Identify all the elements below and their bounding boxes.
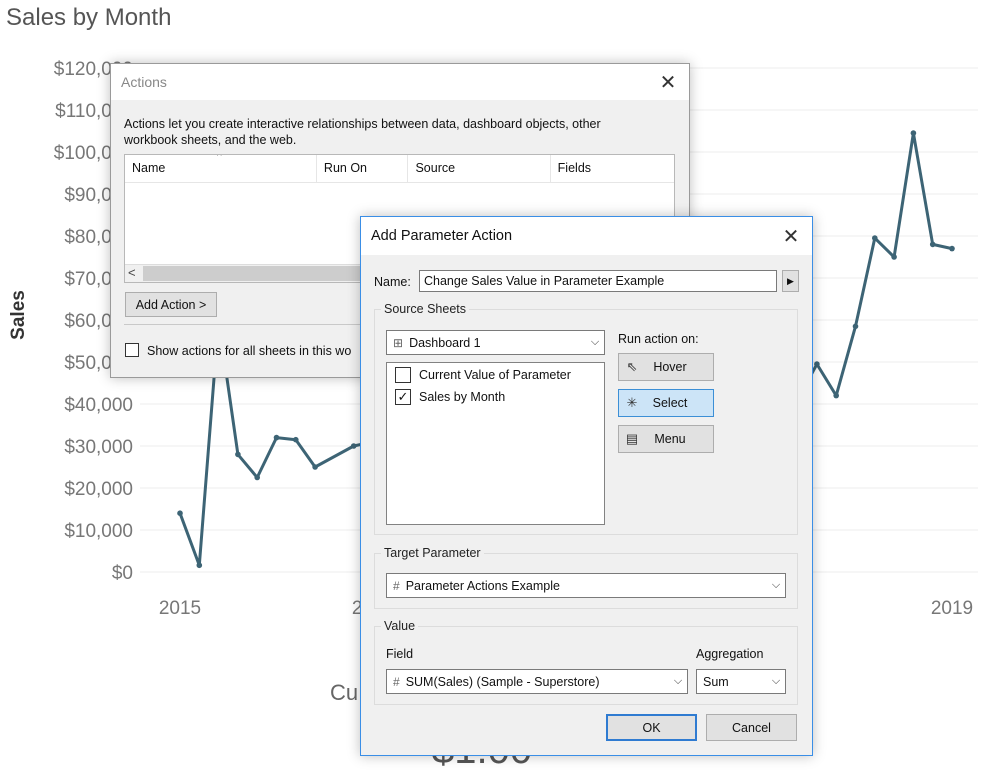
hover-button[interactable]: ⇖ Hover	[618, 353, 714, 381]
data-point[interactable]	[235, 451, 241, 458]
sheet-checkbox-sales-by-month[interactable]: ✓	[395, 389, 411, 405]
y-tick-label: $20,000	[64, 479, 133, 500]
data-point[interactable]	[254, 474, 260, 481]
select-button[interactable]: ✳ Select	[618, 389, 714, 417]
click-icon: ✳	[626, 395, 638, 410]
add-parameter-action-dialog: Add Parameter Action ✕ Name: Change Sale…	[360, 216, 813, 756]
dashboard-icon: ⊞	[393, 335, 404, 350]
field-label: Field	[386, 647, 414, 661]
value-label: Value	[381, 619, 419, 633]
field-dropdown[interactable]: # SUM(Sales) (Sample - Superstore) ⌵	[386, 669, 688, 694]
chevron-down-icon: ⌵	[771, 579, 781, 591]
data-point[interactable]	[350, 443, 357, 449]
y-tick-label: $30,000	[64, 437, 133, 458]
actions-dialog-title: Actions	[121, 74, 167, 90]
sheet-checkbox-current-value[interactable]	[395, 367, 411, 383]
run-action-label: Run action on:	[618, 332, 699, 346]
sort-caret-icon: ^	[217, 154, 222, 162]
data-point[interactable]	[293, 436, 299, 443]
target-parameter-dropdown[interactable]: # Parameter Actions Example ⌵	[386, 573, 786, 598]
x-tick-label: 2015	[159, 598, 201, 619]
ok-button[interactable]: OK	[606, 714, 697, 741]
data-point[interactable]	[833, 392, 839, 399]
data-point[interactable]	[273, 434, 280, 441]
actions-description: Actions let you create interactive relat…	[124, 117, 601, 147]
close-icon[interactable]: ✕	[657, 71, 679, 94]
show-all-sheets-checkbox[interactable]	[125, 343, 139, 357]
data-point[interactable]	[814, 361, 820, 367]
column-header-run-on[interactable]: Run On	[317, 155, 409, 182]
show-all-sheets-label: Show actions for all sheets in this wo	[147, 344, 352, 358]
target-parameter-label: Target Parameter	[381, 546, 484, 560]
chevron-down-icon: ⌵	[673, 675, 683, 687]
chevron-down-icon: ⌵	[590, 336, 600, 348]
source-sheets-list[interactable]: Current Value of Parameter ✓ Sales by Mo…	[386, 362, 605, 525]
column-header-name[interactable]: Name ^	[125, 155, 317, 182]
actions-table-header: Name ^ Run On Source Fields	[125, 155, 674, 183]
hidden-label-fragment: Cu	[330, 680, 359, 705]
data-point[interactable]	[949, 245, 955, 252]
data-point[interactable]	[177, 510, 183, 516]
list-item[interactable]: Current Value of Parameter	[395, 367, 571, 383]
chevron-down-icon: ⌵	[771, 675, 781, 687]
column-header-fields[interactable]: Fields	[551, 155, 674, 182]
y-axis-title: Sales	[8, 290, 29, 340]
source-sheets-label: Source Sheets	[381, 302, 469, 316]
y-tick-label: $0	[112, 563, 133, 584]
aggregation-label: Aggregation	[696, 647, 764, 661]
y-tick-label: $10,000	[64, 521, 133, 542]
column-header-source[interactable]: Source	[408, 155, 551, 182]
name-insert-arrow-button[interactable]: ▶	[782, 270, 799, 292]
name-input[interactable]: Change Sales Value in Parameter Example	[419, 270, 777, 292]
y-tick-label: $40,000	[64, 395, 133, 416]
data-point[interactable]	[312, 464, 318, 470]
data-point[interactable]	[852, 323, 859, 330]
actions-titlebar: Actions ✕	[111, 64, 689, 100]
param-dialog-title: Add Parameter Action	[371, 228, 513, 244]
menu-button[interactable]: ▤ Menu	[618, 425, 714, 453]
menu-icon: ▤	[625, 431, 639, 446]
list-item[interactable]: ✓ Sales by Month	[395, 389, 505, 405]
scroll-thumb[interactable]	[143, 266, 363, 281]
close-icon[interactable]: ✕	[780, 225, 802, 248]
data-point[interactable]	[910, 130, 917, 136]
hash-icon: #	[393, 578, 400, 593]
param-titlebar: Add Parameter Action ✕	[361, 217, 812, 255]
name-label: Name:	[374, 275, 411, 289]
data-point[interactable]	[929, 241, 936, 248]
scroll-left-icon[interactable]: <	[128, 265, 136, 280]
data-point[interactable]	[891, 254, 897, 260]
pointer-icon: ⇖	[626, 359, 638, 374]
data-point[interactable]	[872, 235, 878, 241]
hash-icon: #	[393, 674, 400, 689]
aggregation-dropdown[interactable]: Sum ⌵	[696, 669, 786, 694]
add-action-button[interactable]: Add Action >	[125, 292, 217, 317]
cancel-button[interactable]: Cancel	[706, 714, 797, 741]
data-point[interactable]	[196, 562, 203, 569]
x-tick-label: 2019	[931, 598, 973, 619]
source-sheet-dropdown[interactable]: ⊞ Dashboard 1 ⌵	[386, 330, 605, 355]
